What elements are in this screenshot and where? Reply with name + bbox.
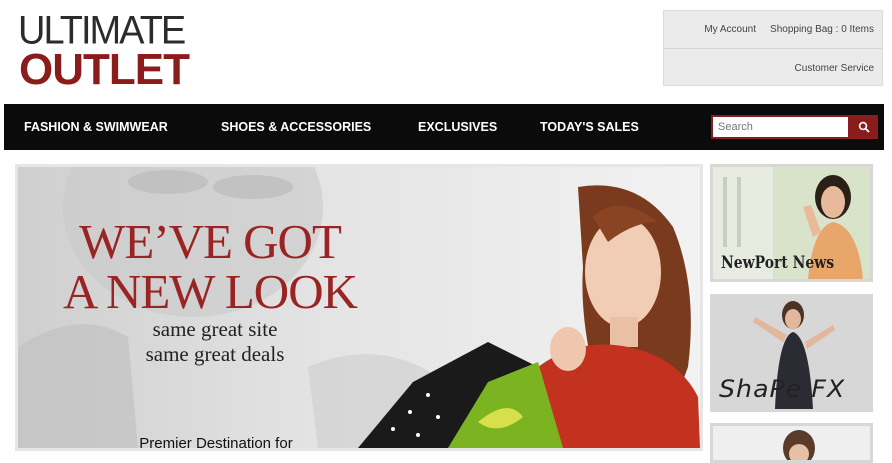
newport-news-tile[interactable]: NewPort News [710,164,873,282]
search-input[interactable] [711,115,850,139]
nav-item-fashion-swimwear[interactable]: FASHION & SWIMWEAR [24,104,168,150]
shopping-bag-link[interactable]: Shopping Bag : 0 Items [770,24,874,35]
hero-subtitle: same great site same great deals [110,317,320,367]
nav-item-todays-sales[interactable]: TODAY'S SALES [540,104,639,150]
hero-title-line-1: WE’VE GOT [79,214,342,269]
shape-fx-tile[interactable]: ShaPe FX [710,294,873,412]
promo-tile-3-image [713,426,870,460]
hero-title-line-2: A NEW LOOK [63,264,358,319]
newport-news-label: NewPort News [721,253,835,273]
logo-line-2: OUTLET [19,45,190,94]
customer-service-row: Customer Service [664,49,882,87]
nav-item-exclusives[interactable]: EXCLUSIVES [418,104,497,150]
main-nav: FASHION & SWIMWEAR SHOES & ACCESSORIES E… [4,104,884,150]
hero-footer-text: Premier Destination for [139,435,293,451]
account-links-row: My Account Shopping Bag : 0 Items [664,11,882,49]
hero-title: WE’VE GOT A NEW LOOK [40,217,380,317]
customer-service-link[interactable]: Customer Service [795,63,874,74]
shape-fx-label: ShaPe FX [719,375,846,403]
search-box [711,115,878,139]
my-account-link[interactable]: My Account [704,24,756,35]
promo-tile-3[interactable] [710,423,873,463]
search-icon [858,121,870,133]
site-logo[interactable]: ULTIMATE OUTLET [18,10,190,94]
search-button[interactable] [850,115,878,139]
nav-item-shoes-accessories[interactable]: SHOES & ACCESSORIES [221,104,371,150]
hero-subtitle-line-2: same great deals [145,342,285,366]
hero-subtitle-line-1: same great site [152,317,278,341]
account-panel: My Account Shopping Bag : 0 Items Custom… [663,10,883,86]
hero-banner[interactable]: WE’VE GOT A NEW LOOK same great site sam… [15,164,703,451]
